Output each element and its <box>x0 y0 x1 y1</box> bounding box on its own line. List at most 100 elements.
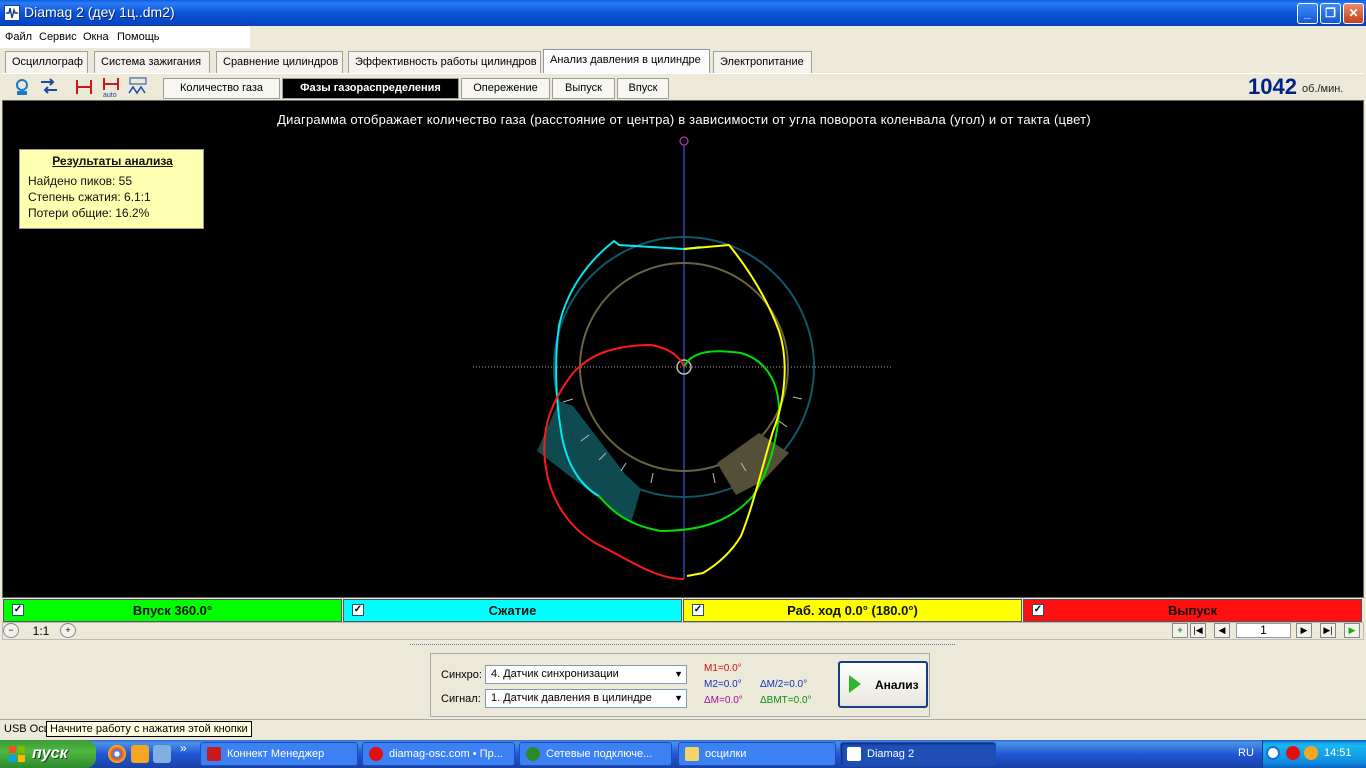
tdc-marker <box>679 136 689 146</box>
app-icon <box>4 5 20 21</box>
chrome-icon[interactable] <box>108 745 126 763</box>
zoom-strip <box>2 622 1364 640</box>
task-opera[interactable]: diamag-osc.com • Пр... <box>362 742 515 766</box>
title-bar[interactable] <box>0 0 1366 26</box>
intake-checkbox[interactable]: ✓ <box>12 604 24 616</box>
flower-icon[interactable] <box>131 745 149 763</box>
last-icon: ▶| <box>1323 625 1333 635</box>
zoom-in-button[interactable]: + <box>60 623 76 638</box>
power-label: Раб. ход 0.0° (180.0°) <box>787 603 918 618</box>
sync-icon[interactable] <box>38 76 60 98</box>
panel-splitter[interactable] <box>410 644 955 650</box>
analyze-label: Анализ <box>875 678 919 692</box>
stroke-compression[interactable]: ✓ Сжатие <box>343 599 682 622</box>
tray-arrow-icon[interactable] <box>1266 746 1280 760</box>
menu-help[interactable]: Помощь <box>117 31 160 43</box>
add-icon: + <box>1177 625 1183 635</box>
engine-icon[interactable] <box>11 76 33 98</box>
tab-cylinder-compare[interactable]: Сравнение цилиндров <box>216 51 343 73</box>
tab-cylinder-efficiency[interactable]: Эффективность работы цилиндров <box>348 51 541 73</box>
auto-scale-icon[interactable]: auto <box>100 76 122 98</box>
play-button[interactable]: ▶ <box>1344 623 1360 638</box>
task-label: Коннект Менеджер <box>227 748 325 760</box>
power-checkbox[interactable]: ✓ <box>692 604 704 616</box>
marker-delta-tdc: ΔВМТ=0.0° <box>760 695 812 706</box>
task-network-connections[interactable]: Сетевые подключе... <box>519 742 672 766</box>
tray-app-icon[interactable] <box>1304 746 1318 760</box>
tab-power-supply[interactable]: Электропитание <box>713 51 812 73</box>
close-button[interactable]: ✕ <box>1343 3 1364 24</box>
language-indicator[interactable]: RU <box>1238 747 1254 759</box>
exhaust-sector <box>717 433 789 495</box>
tab-cylinder-pressure[interactable]: Анализ давления в цилиндре <box>543 49 710 74</box>
stroke-intake[interactable]: ✓ Впуск 360.0° <box>3 599 342 622</box>
zoom-out-icon: − <box>8 625 14 635</box>
sync-select-value: 4. Датчик синхронизации <box>491 668 619 680</box>
exhaust-label: Выпуск <box>1168 603 1217 618</box>
exhaust-checkbox[interactable]: ✓ <box>1032 604 1044 616</box>
task-label: Сетевые подключе... <box>546 748 653 760</box>
add-frame-button[interactable]: + <box>1172 623 1188 638</box>
compression-label: Сжатие <box>488 603 537 618</box>
restore-icon: ❐ <box>1325 6 1336 20</box>
opera-tray-icon[interactable] <box>1286 746 1300 760</box>
subtab-advance[interactable]: Опережение <box>461 78 550 99</box>
compression-ratio: Степень сжатия: 6.1:1 <box>28 190 151 204</box>
frame-number-field[interactable]: 1 <box>1236 623 1291 638</box>
next-icon: ▶ <box>1300 625 1308 635</box>
signal-select[interactable]: 1. Датчик давления в цилиндре ▼ <box>485 689 687 708</box>
total-losses: Потери общие: 16.2% <box>28 206 150 220</box>
close-icon: ✕ <box>1348 6 1359 20</box>
tab-ignition-system[interactable]: Система зажигания <box>94 51 210 73</box>
signal-select-value: 1. Датчик давления в цилиндре <box>491 692 652 704</box>
polar-plot <box>473 136 893 580</box>
menu-windows[interactable]: Окна <box>83 31 109 43</box>
windows-logo-icon <box>9 746 25 762</box>
minimize-icon: _ <box>1304 6 1311 20</box>
globe-icon <box>526 747 540 761</box>
first-frame-button[interactable]: |◀ <box>1190 623 1206 638</box>
menu-service[interactable]: Сервис <box>39 31 77 43</box>
intake-sector <box>537 401 641 523</box>
task-connect-manager[interactable]: Коннект Менеджер <box>200 742 358 766</box>
stroke-exhaust[interactable]: ✓ Выпуск <box>1023 599 1362 622</box>
first-icon: |◀ <box>1193 625 1203 635</box>
next-frame-button[interactable]: ▶ <box>1296 623 1312 638</box>
stroke-power[interactable]: ✓ Раб. ход 0.0° (180.0°) <box>683 599 1022 622</box>
tab-oscilloscope[interactable]: Осциллограф <box>5 51 88 73</box>
tooltip: Начните работу с нажатия этой кнопки <box>46 721 252 737</box>
waveform-icon[interactable] <box>127 76 149 98</box>
clock: 14:51 <box>1324 747 1352 759</box>
overflow-icon[interactable]: » <box>180 741 187 755</box>
marker-m1: M1=0.0° <box>704 663 742 674</box>
polar-diagram[interactable]: Диаграмма отображает количество газа (ра… <box>2 100 1364 598</box>
task-diamag[interactable]: Diamag 2 <box>840 742 996 766</box>
window-title: Diamag 2 (деу 1ц..dm2) <box>24 4 175 20</box>
folder-icon <box>685 747 699 761</box>
diamag-icon <box>847 747 861 761</box>
subtab-exhaust[interactable]: Выпуск <box>552 78 615 99</box>
network-icon[interactable] <box>153 745 171 763</box>
marker-m2: M2=0.0° <box>704 679 742 690</box>
zoom-out-button[interactable]: − <box>3 623 19 638</box>
play-icon <box>849 675 861 693</box>
sync-select[interactable]: 4. Датчик синхронизации ▼ <box>485 665 687 684</box>
subtab-intake[interactable]: Впуск <box>617 78 669 99</box>
rpm-value: 1042 <box>1248 74 1297 99</box>
subtab-valve-timing[interactable]: Фазы газораспределения <box>282 78 459 99</box>
prev-frame-button[interactable]: ◀ <box>1214 623 1230 638</box>
subtab-gas-quantity[interactable]: Количество газа <box>163 78 280 99</box>
intake-label: Впуск 360.0° <box>132 603 213 618</box>
compression-checkbox[interactable]: ✓ <box>352 604 364 616</box>
task-label: Diamag 2 <box>867 748 915 760</box>
task-folder[interactable]: осцилки <box>678 742 836 766</box>
rpm-unit: об./мин. <box>1302 83 1344 95</box>
menu-file[interactable]: Файл <box>5 31 32 43</box>
maximize-button[interactable]: ❐ <box>1320 3 1341 24</box>
play-icon: ▶ <box>1348 625 1356 635</box>
tdc-marker-icon[interactable] <box>73 76 95 98</box>
analyze-button[interactable]: Анализ <box>838 661 928 708</box>
svg-text:auto: auto <box>103 92 117 98</box>
last-frame-button[interactable]: ▶| <box>1320 623 1336 638</box>
minimize-button[interactable]: _ <box>1297 3 1318 24</box>
